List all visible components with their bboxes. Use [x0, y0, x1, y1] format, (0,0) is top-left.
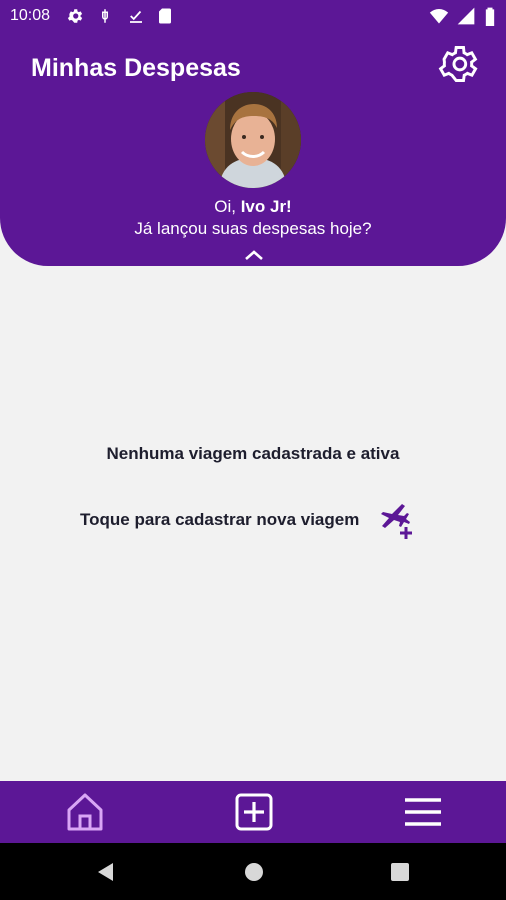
empty-state-message: Nenhuma viagem cadastrada e ativa	[106, 444, 400, 463]
back-icon[interactable]	[95, 861, 117, 883]
greeting: Oi, Ivo Jr! Já lançou suas despesas hoje…	[0, 196, 506, 240]
status-bar: 10:08	[0, 0, 506, 32]
bottom-navigation	[0, 781, 506, 843]
avatar-photo	[205, 92, 301, 188]
greeting-prefix: Oi,	[214, 197, 241, 216]
battery-icon	[485, 7, 495, 26]
menu-icon[interactable]	[402, 791, 444, 833]
sd-card-icon	[159, 8, 172, 24]
greeting-subtitle: Já lançou suas despesas hoje?	[134, 219, 372, 238]
status-right-icons	[429, 6, 496, 26]
gear-icon	[67, 9, 83, 23]
usb-icon	[102, 9, 109, 23]
recents-icon[interactable]	[389, 861, 411, 883]
collapse-chevron-up-icon[interactable]	[243, 248, 265, 262]
signal-icon	[457, 7, 474, 25]
user-name: Ivo Jr!	[240, 197, 292, 216]
avatar[interactable]	[205, 92, 301, 188]
wifi-icon	[429, 9, 449, 24]
greeting-line: Oi, Ivo Jr!	[0, 196, 506, 218]
status-time: 10:08	[10, 7, 51, 24]
settings-gear-icon[interactable]	[436, 42, 480, 86]
add-box-icon[interactable]	[233, 791, 275, 833]
profile-header: Minhas Despesas Oi, Ivo Jr! Já lançou su…	[0, 32, 506, 266]
status-left-icons	[66, 7, 173, 25]
add-trip-label: Toque para cadastrar nova viagem	[80, 510, 360, 529]
download-icon	[129, 10, 142, 23]
add-trip-button[interactable]: Toque para cadastrar nova viagem	[80, 498, 417, 542]
home-circle-icon[interactable]	[243, 861, 265, 883]
home-icon[interactable]	[64, 791, 106, 833]
page-title: Minhas Despesas	[31, 54, 241, 82]
system-navigation-bar	[0, 843, 506, 900]
airplane-plus-icon[interactable]	[375, 499, 417, 541]
